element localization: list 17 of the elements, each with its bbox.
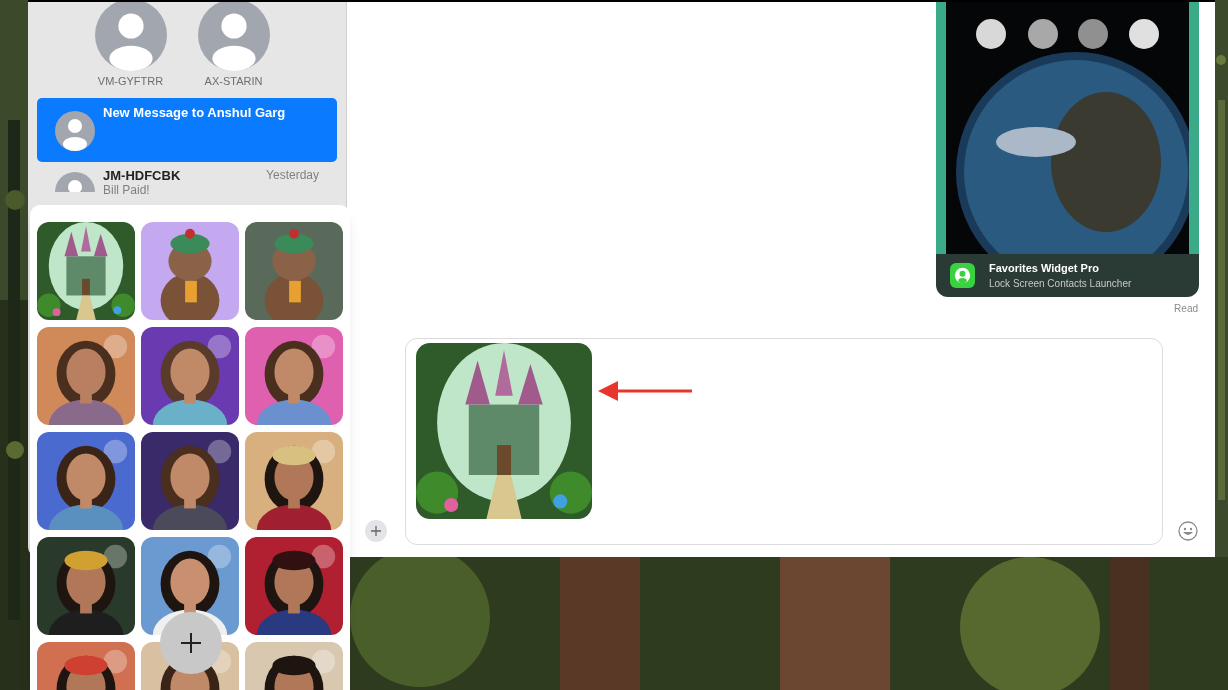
conversation-preview: Bill Paid! <box>103 183 151 198</box>
plus-icon <box>371 526 381 536</box>
plus-icon <box>181 633 201 653</box>
pinned-contact-name[interactable]: AX-STARIN <box>204 74 263 88</box>
message-bubble[interactable]: Favorites Widget Pro Lock Screen Contacts Launcher <box>936 2 1199 297</box>
conversation-title: JM-HDFCBK <box>103 168 181 183</box>
conversation-title: New Message to Anshul Garg <box>103 105 286 120</box>
emoji-button[interactable] <box>1178 521 1198 541</box>
read-receipt: Read <box>1174 302 1198 316</box>
app-icon <box>950 263 975 288</box>
add-button[interactable] <box>365 520 387 542</box>
app-title: Favorites Widget Pro <box>989 260 1100 276</box>
pinned-contact-name[interactable]: VM-GYFTRR <box>97 74 164 88</box>
conversation-time: Yesterday <box>266 168 319 183</box>
app-subtitle: Lock Screen Contacts Launcher <box>989 277 1132 292</box>
contact-avatar <box>55 111 95 151</box>
conversation-row[interactable]: New Message to Anshul Garg <box>37 98 337 162</box>
